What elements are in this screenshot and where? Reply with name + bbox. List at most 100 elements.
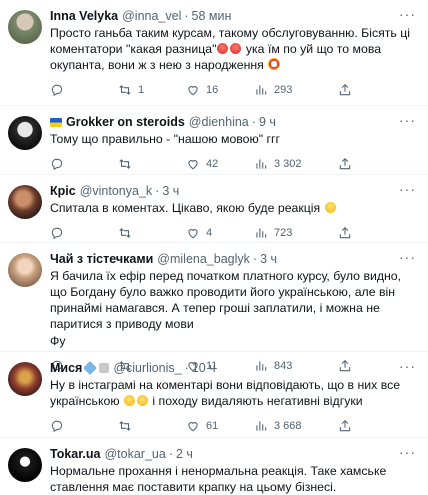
heart-icon xyxy=(188,160,198,170)
author-name[interactable]: Grokker on steroids xyxy=(66,114,185,130)
author-handle[interactable]: @inna_vel xyxy=(122,8,181,24)
timestamp[interactable]: 3 ч xyxy=(260,251,277,267)
heart-icon xyxy=(188,229,198,239)
more-icon[interactable]: ··· xyxy=(399,181,416,197)
retweet-icon xyxy=(119,421,131,431)
share-button[interactable] xyxy=(338,83,368,97)
avatar[interactable] xyxy=(8,10,42,44)
like-count: 42 xyxy=(206,158,219,170)
retweet-button[interactable]: 1 xyxy=(118,83,186,97)
tweet[interactable]: Мися @ciurlionis_ · 10 ч Ну в інстаграмі… xyxy=(0,352,428,438)
avatar[interactable] xyxy=(8,116,42,150)
author-handle[interactable]: @milena_baglyk xyxy=(157,251,250,267)
tweet-text: Тому що правильно - "нашою мовою" ггг xyxy=(50,132,280,146)
timestamp[interactable]: 9 ч xyxy=(259,114,276,130)
clown-emoji-icon xyxy=(268,58,281,70)
author-handle[interactable]: @dienhina xyxy=(189,114,249,130)
retweet-button[interactable] xyxy=(118,419,186,433)
tweet[interactable]: Inna Velyka @inna_vel · 58 мин Просто га… xyxy=(0,0,428,106)
tweet[interactable]: Grokker on steroids @dienhina · 9 ч Тому… xyxy=(0,106,428,175)
share-icon xyxy=(339,420,351,432)
like-button[interactable]: 61 xyxy=(186,419,254,433)
reply-button[interactable] xyxy=(50,419,118,433)
view-count: 723 xyxy=(274,227,293,239)
tweet-text-part: і походу видаляють негативні відгуки xyxy=(148,394,363,408)
author-handle[interactable]: @ciurlionis_ xyxy=(113,360,181,376)
more-icon[interactable]: ··· xyxy=(399,112,416,128)
more-icon[interactable]: ··· xyxy=(399,444,416,460)
views-button[interactable]: 723 xyxy=(254,226,336,240)
reply-icon xyxy=(51,158,63,171)
author-name[interactable]: Чай з тістечками xyxy=(50,251,153,267)
tweet-text: Ну в інстаграмі на коментарі вони відпов… xyxy=(50,377,418,409)
view-count: 3 668 xyxy=(274,420,302,432)
retweet-button[interactable] xyxy=(118,157,186,171)
timestamp[interactable]: 58 мин xyxy=(192,8,232,24)
separator: · xyxy=(168,447,173,461)
like-button[interactable]: 42 xyxy=(186,157,254,171)
share-icon xyxy=(339,84,351,96)
reply-button[interactable] xyxy=(50,83,118,97)
tweet-text: Нормальне прохання і ненормальна реакція… xyxy=(50,464,387,494)
angry-emoji-icon xyxy=(217,43,229,54)
separator: · xyxy=(251,115,256,129)
reply-button[interactable] xyxy=(50,226,118,240)
author-name[interactable]: Inna Velyka xyxy=(50,8,118,24)
tweet-text-part: Спитала в коментах. Цікаво, якою буде ре… xyxy=(50,201,321,215)
timestamp[interactable]: 2 ч xyxy=(176,446,193,462)
retweet-count: 1 xyxy=(138,84,145,96)
share-icon xyxy=(339,227,351,239)
share-button[interactable] xyxy=(338,226,368,240)
like-button[interactable]: 4 xyxy=(186,226,254,240)
ukraine-flag-icon xyxy=(50,117,62,127)
more-icon[interactable]: ··· xyxy=(399,249,416,265)
author-name[interactable]: Мися xyxy=(50,360,82,376)
author-name[interactable]: Tokar.ua xyxy=(50,446,100,462)
tweet-text: Спитала в коментах. Цікаво, якою буде ре… xyxy=(50,200,418,216)
tweet[interactable]: Кріс @vintonya_k · 3 ч Спитала в комента… xyxy=(0,175,428,243)
reply-icon xyxy=(51,420,63,433)
more-icon[interactable]: ··· xyxy=(399,6,416,22)
tweet-actions: 1 16 293 xyxy=(50,75,418,105)
sweat-smile-emoji-icon xyxy=(324,202,336,213)
share-icon xyxy=(339,158,351,170)
share-button[interactable] xyxy=(338,157,368,171)
views-icon xyxy=(256,421,267,431)
retweet-button[interactable] xyxy=(118,226,186,240)
tweet-text-line: Фу xyxy=(50,334,66,348)
avatar[interactable] xyxy=(8,185,42,219)
timestamp[interactable]: 3 ч xyxy=(162,183,179,199)
heart-icon xyxy=(188,86,198,96)
reply-icon xyxy=(51,84,63,97)
separator: · xyxy=(252,252,258,266)
avatar[interactable] xyxy=(8,253,42,287)
views-icon xyxy=(256,85,267,95)
author-name[interactable]: Кріс xyxy=(50,183,76,199)
views-button[interactable]: 293 xyxy=(254,83,336,97)
heart-icon xyxy=(188,422,198,432)
share-button[interactable] xyxy=(338,419,368,433)
reply-button[interactable] xyxy=(50,157,118,171)
tweet-text: Я бачила їх ефір перед початком платного… xyxy=(50,269,402,331)
reply-feed: Inna Velyka @inna_vel · 58 мин Просто га… xyxy=(0,0,428,494)
retweet-icon xyxy=(119,228,131,238)
author-handle[interactable]: @vintonya_k xyxy=(80,183,152,199)
like-count: 16 xyxy=(206,84,219,96)
like-count: 61 xyxy=(206,420,219,432)
avatar[interactable] xyxy=(8,448,42,482)
views-button[interactable]: 3 668 xyxy=(254,419,336,433)
retweet-icon xyxy=(119,159,131,169)
like-button[interactable]: 16 xyxy=(186,83,254,97)
tweet-text: Просто ганьба таким курсам, такому обслу… xyxy=(50,25,418,73)
avatar[interactable] xyxy=(8,362,42,396)
author-handle[interactable]: @tokar_ua xyxy=(104,446,165,462)
feather-emoji-icon xyxy=(99,363,110,373)
more-icon[interactable]: ··· xyxy=(399,358,416,374)
tweet[interactable]: Tokar.ua @tokar_ua · 2 ч Нормальне проха… xyxy=(0,438,428,494)
views-icon xyxy=(256,159,267,169)
timestamp[interactable]: 10 ч xyxy=(192,360,216,376)
views-icon xyxy=(256,228,267,238)
separator: · xyxy=(184,9,189,23)
views-button[interactable]: 3 302 xyxy=(254,157,336,171)
tweet[interactable]: Чай з тістечками @milena_baglyk · 3 ч Я … xyxy=(0,243,428,373)
